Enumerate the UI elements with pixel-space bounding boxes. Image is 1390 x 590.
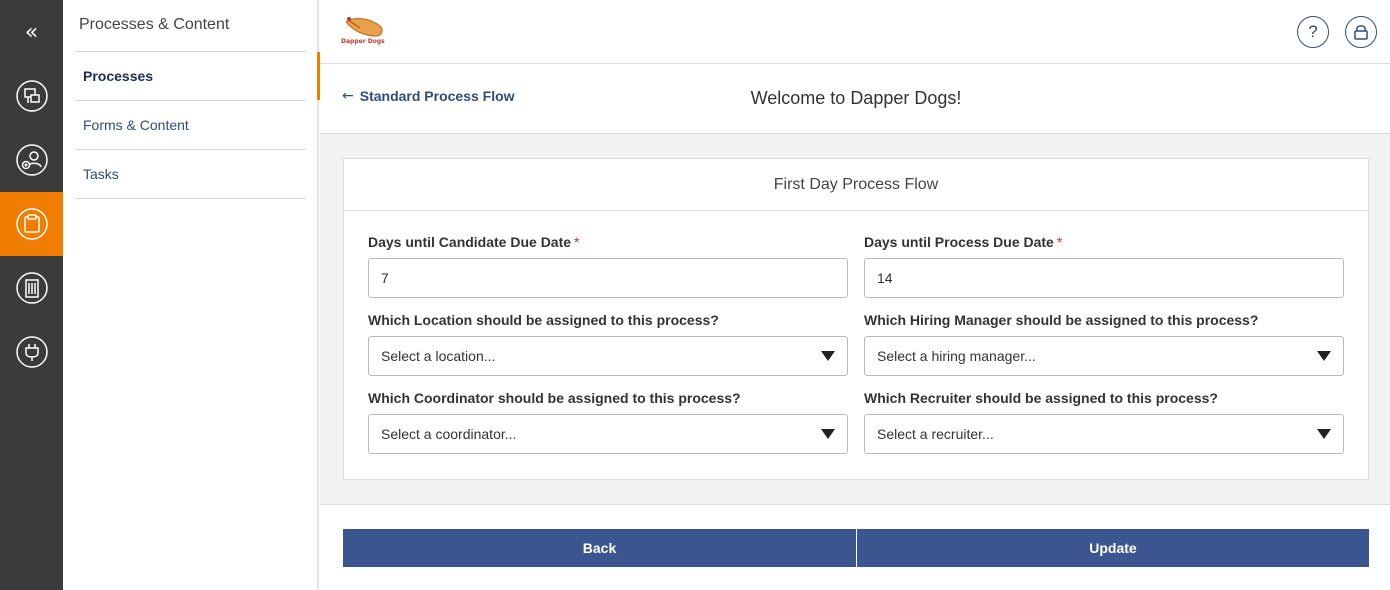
coordinator-select[interactable]: Select a coordinator... <box>368 414 848 454</box>
select-value: Select a location... <box>381 348 496 364</box>
recruiter-select[interactable]: Select a recruiter... <box>864 414 1344 454</box>
subnav-item-processes[interactable]: Processes <box>75 52 306 101</box>
coordinator-field: Which Coordinator should be assigned to … <box>368 390 848 454</box>
recruiter-field: Which Recruiter should be assigned to th… <box>864 390 1344 454</box>
building-icon <box>15 272 48 304</box>
field-label: Days until Candidate Due Date * <box>368 234 848 254</box>
process-flow-card: First Day Process Flow Days until Candid… <box>343 158 1369 480</box>
field-label: Which Recruiter should be assigned to th… <box>864 390 1218 406</box>
required-mark: * <box>574 234 580 250</box>
help-icon: ? <box>1308 22 1318 41</box>
plug-icon <box>15 336 48 368</box>
process-due-input[interactable] <box>864 258 1344 298</box>
secondary-nav: Processes & Content Processes Forms & Co… <box>63 0 319 590</box>
page-header: ← Standard Process Flow Welcome to Dappe… <box>320 64 1390 134</box>
select-value: Select a hiring manager... <box>877 348 1036 364</box>
process-flow-icon <box>15 80 48 112</box>
rail-item-processes[interactable] <box>0 192 70 256</box>
update-button[interactable]: Update <box>857 529 1369 567</box>
content-area: First Day Process Flow Days until Candid… <box>320 134 1390 505</box>
select-value: Select a coordinator... <box>381 426 517 442</box>
hiring-manager-select[interactable]: Select a hiring manager... <box>864 336 1344 376</box>
caret-down-icon <box>1317 351 1331 361</box>
field-label: Which Hiring Manager should be assigned … <box>864 312 1259 328</box>
subnav-item-tasks[interactable]: Tasks <box>75 150 306 199</box>
account-button[interactable] <box>1345 16 1377 48</box>
lock-icon <box>1354 25 1368 40</box>
label-text: Days until Candidate Due Date <box>368 234 572 250</box>
field-label: Days until Process Due Date * <box>864 234 1344 254</box>
candidate-due-field: Days until Candidate Due Date * <box>368 234 848 298</box>
rail-item-locations[interactable] <box>0 256 63 320</box>
subnav-item-forms-content[interactable]: Forms & Content <box>75 101 306 150</box>
subnav-item-label: Forms & Content <box>83 117 189 133</box>
user-add-icon <box>15 144 48 176</box>
rail-item-process-flow[interactable] <box>0 64 63 128</box>
caret-down-icon <box>821 351 835 361</box>
location-field: Which Location should be assigned to thi… <box>368 312 848 376</box>
double-chevron-left-icon: « <box>24 19 39 45</box>
top-header: Dapper Dogs ? <box>320 0 1390 64</box>
location-select[interactable]: Select a location... <box>368 336 848 376</box>
icon-rail: « <box>0 0 70 590</box>
rail-item-users[interactable] <box>0 128 63 192</box>
welcome-heading: Welcome to Dapper Dogs! <box>750 88 962 108</box>
card-title: First Day Process Flow <box>344 159 1368 211</box>
section-title: Processes & Content <box>79 16 230 33</box>
rail-item-integrations[interactable] <box>0 320 63 384</box>
logo-text: Dapper Dogs <box>341 38 385 45</box>
collapse-sidebar-button[interactable]: « <box>0 0 63 64</box>
select-value: Select a recruiter... <box>877 426 994 442</box>
required-mark: * <box>1056 234 1063 250</box>
hiring-manager-field: Which Hiring Manager should be assigned … <box>864 312 1344 376</box>
clipboard-icon <box>15 208 48 240</box>
help-button[interactable]: ? <box>1297 16 1329 48</box>
caret-down-icon <box>1317 429 1331 439</box>
subnav-item-label: Tasks <box>83 166 119 182</box>
process-due-field: Days until Process Due Date * <box>864 234 1344 298</box>
label-text: Days until Process Due Date <box>864 234 1054 250</box>
caret-down-icon <box>821 429 835 439</box>
field-label: Which Coordinator should be assigned to … <box>368 390 741 406</box>
back-button[interactable]: Back <box>343 529 856 567</box>
subnav-item-label: Processes <box>83 68 154 84</box>
field-label: Which Location should be assigned to thi… <box>368 312 719 328</box>
candidate-due-input[interactable] <box>368 258 848 298</box>
